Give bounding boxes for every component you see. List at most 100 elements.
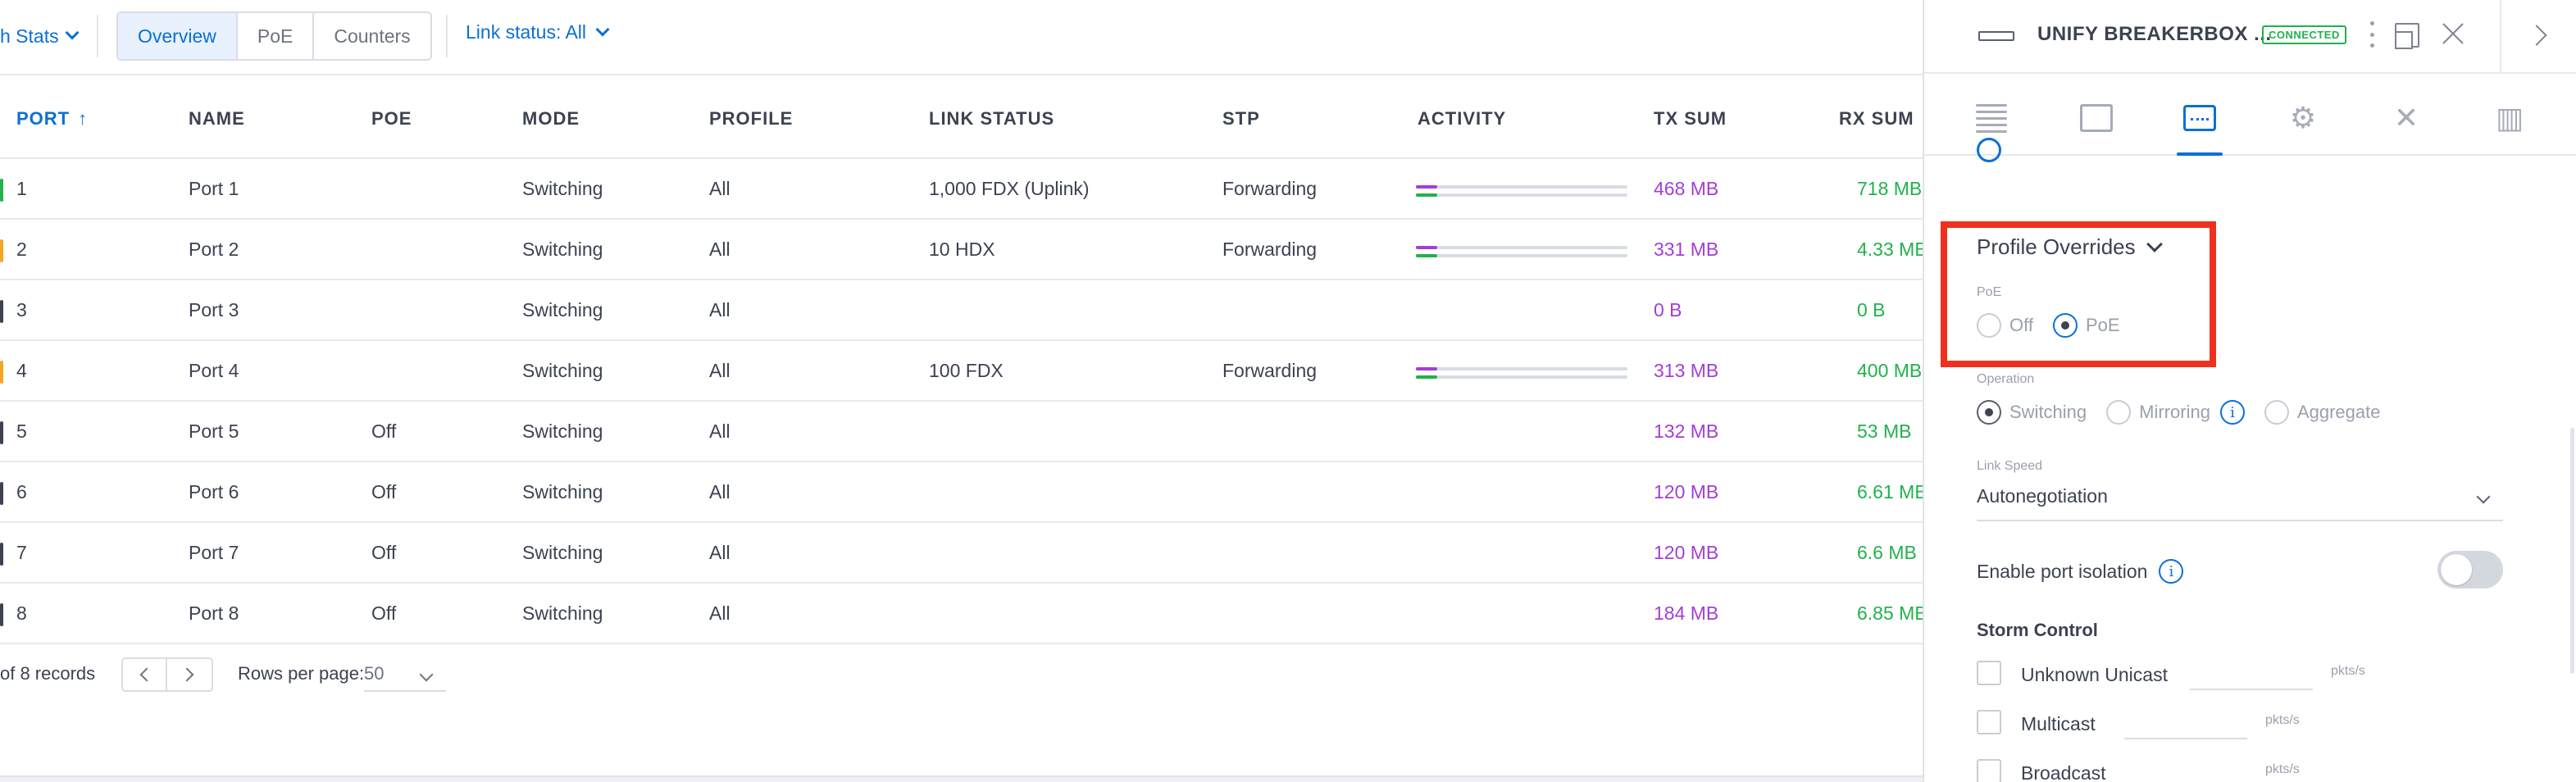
port-status-indicator bbox=[0, 300, 3, 323]
column-header-tx-sum[interactable]: TX SUM bbox=[1654, 108, 1727, 130]
info-icon[interactable]: i bbox=[2159, 559, 2184, 584]
tx-activity-fill bbox=[1416, 185, 1437, 189]
close-icon[interactable] bbox=[2439, 20, 2467, 48]
column-header-profile[interactable]: PROFILE bbox=[709, 108, 793, 130]
checkbox[interactable] bbox=[1977, 661, 2001, 685]
table-row[interactable]: 1 Port 1 Switching All 1,000 FDX (Uplink) For… bbox=[0, 159, 1923, 220]
popout-icon[interactable] bbox=[2395, 23, 2419, 49]
radio-button[interactable] bbox=[1977, 138, 2001, 162]
cell-tx-sum: 468 MB bbox=[1654, 178, 1719, 199]
records-count: of 8 records bbox=[0, 663, 96, 684]
table-row[interactable]: 5 Port 5 Off Switching All 132 MB 53 MB bbox=[0, 402, 1923, 462]
column-header-poe[interactable]: POE bbox=[371, 108, 412, 130]
tools-icon[interactable]: ✕ bbox=[2387, 98, 2426, 138]
rx-activity-fill bbox=[1416, 193, 1437, 197]
port-isolation-label: Enable port isolation bbox=[1977, 560, 2148, 582]
device-icon[interactable] bbox=[2077, 98, 2116, 138]
cell-profile: All bbox=[709, 421, 730, 442]
rx-activity-fill bbox=[1416, 254, 1437, 257]
panel-body: Profile Overrides PoE Off PoE Operation … bbox=[1924, 138, 2576, 782]
column-header-stp[interactable]: STP bbox=[1222, 108, 1260, 130]
stats-dropdown[interactable]: h Stats bbox=[0, 21, 80, 51]
port-status-indicator bbox=[0, 543, 3, 566]
link-speed-select[interactable]: Autonegotiation bbox=[1977, 485, 2503, 521]
divider bbox=[446, 15, 448, 57]
profile-overrides-toggle[interactable]: Profile Overrides bbox=[1977, 234, 2163, 260]
cell-rx-sum: 6.6 MB bbox=[1857, 542, 1917, 563]
checkbox[interactable] bbox=[1977, 759, 2001, 782]
table-row[interactable]: 7 Port 7 Off Switching All 120 MB 6.6 MB bbox=[0, 523, 1923, 584]
rows-per-page-select[interactable]: 50 bbox=[364, 656, 446, 692]
cell-mode: Switching bbox=[522, 421, 603, 442]
cell-poe: Off bbox=[371, 481, 397, 502]
link-status-filter[interactable]: Link status: All bbox=[466, 21, 610, 43]
cell-port: 5 bbox=[16, 421, 27, 442]
panel-scrollbar[interactable] bbox=[2570, 428, 2574, 674]
link-speed-value: Autonegotiation bbox=[1977, 485, 2108, 507]
cell-port: 3 bbox=[16, 299, 27, 321]
info-icon[interactable]: i bbox=[2219, 400, 2245, 425]
chevron-down-icon bbox=[2146, 235, 2163, 252]
chevron-down-icon bbox=[595, 22, 610, 36]
operation-option-switching[interactable]: Switching bbox=[1977, 400, 2087, 425]
operation-option-mirroring[interactable]: Mirroring bbox=[2106, 400, 2210, 425]
cell-port: 8 bbox=[16, 602, 27, 624]
link-status-label: Link status: All bbox=[466, 21, 587, 43]
column-header-name[interactable]: NAME bbox=[189, 108, 245, 130]
rows-per-page-label: Rows per page: bbox=[238, 663, 365, 684]
table-row[interactable]: 8 Port 8 Off Switching All 184 MB 6.85 MB bbox=[0, 584, 1927, 644]
tab-overview[interactable]: Overview bbox=[118, 13, 238, 59]
settings-icon[interactable]: ⚙ bbox=[2283, 98, 2323, 138]
rx-activity-bar bbox=[1416, 193, 1627, 197]
column-header-rx-sum[interactable]: RX SUM bbox=[1839, 108, 1914, 130]
tx-activity-bar bbox=[1416, 367, 1627, 371]
stats-icon[interactable]: ▥ bbox=[2490, 98, 2529, 138]
checkbox[interactable] bbox=[1977, 710, 2001, 734]
cell-tx-sum: 184 MB bbox=[1654, 602, 1719, 624]
radio-icon bbox=[2106, 400, 2132, 425]
tab-poe[interactable]: PoE bbox=[237, 13, 315, 59]
list-icon[interactable] bbox=[1972, 98, 2011, 138]
poe-option-off[interactable]: Off bbox=[1977, 313, 2033, 338]
radio-icon bbox=[2264, 400, 2289, 425]
poe-option-poe[interactable]: PoE bbox=[2052, 313, 2120, 338]
chevron-right-icon[interactable] bbox=[2526, 25, 2547, 46]
cell-link-status: 100 FDX bbox=[929, 360, 1004, 381]
table-row[interactable]: 4 Port 4 Switching All 100 FDX Forwarding 313 … bbox=[0, 341, 1923, 402]
cell-stp: Forwarding bbox=[1222, 360, 1318, 381]
prev-page-button[interactable] bbox=[123, 659, 167, 690]
rx-activity-fill bbox=[1416, 375, 1437, 379]
chevron-down-icon bbox=[419, 667, 434, 682]
horizontal-scrollbar[interactable] bbox=[0, 775, 1923, 782]
storm-rate-input[interactable] bbox=[2124, 738, 2247, 739]
column-header-mode[interactable]: MODE bbox=[522, 108, 580, 130]
column-label: PORT bbox=[16, 108, 71, 129]
more-options-icon[interactable] bbox=[2370, 21, 2375, 48]
column-header-activity[interactable]: ACTIVITY bbox=[1418, 108, 1506, 130]
toolbar: h Stats Overview PoE Counters Link statu… bbox=[0, 0, 1923, 75]
radio-label: PoE bbox=[2085, 315, 2120, 335]
column-header-port[interactable]: PORT ↑ bbox=[16, 108, 88, 130]
cell-rx-sum: 6.61 MB bbox=[1857, 481, 1927, 502]
operation-option-aggregate[interactable]: Aggregate bbox=[2264, 400, 2380, 425]
column-header-link-status[interactable]: LINK STATUS bbox=[929, 108, 1054, 130]
storm-rate-input[interactable] bbox=[2190, 689, 2313, 690]
cell-name: Port 8 bbox=[189, 602, 239, 624]
cell-tx-sum: 132 MB bbox=[1654, 421, 1719, 442]
radio-checked-icon bbox=[2052, 313, 2078, 338]
cell-link-status: 1,000 FDX (Uplink) bbox=[929, 178, 1090, 199]
cell-mode: Switching bbox=[522, 542, 603, 563]
port-isolation-toggle[interactable] bbox=[2437, 551, 2503, 589]
tx-activity-fill bbox=[1416, 367, 1437, 371]
table-row[interactable]: 3 Port 3 Switching All 0 B 0 B bbox=[0, 280, 1923, 341]
table-row[interactable]: 2 Port 2 Switching All 10 HDX Forwarding 331 M… bbox=[0, 220, 1927, 280]
ports-icon[interactable] bbox=[2177, 98, 2223, 156]
cell-profile: All bbox=[709, 481, 730, 502]
table-row[interactable]: 6 Port 6 Off Switching All 120 MB 6.61 MB bbox=[0, 462, 1927, 523]
tab-counters[interactable]: Counters bbox=[314, 13, 430, 59]
cell-name: Port 1 bbox=[189, 178, 239, 199]
cell-profile: All bbox=[709, 542, 730, 563]
storm-unit: pkts/s bbox=[2265, 713, 2300, 727]
cell-port: 1 bbox=[16, 178, 27, 199]
next-page-button[interactable] bbox=[167, 659, 212, 690]
